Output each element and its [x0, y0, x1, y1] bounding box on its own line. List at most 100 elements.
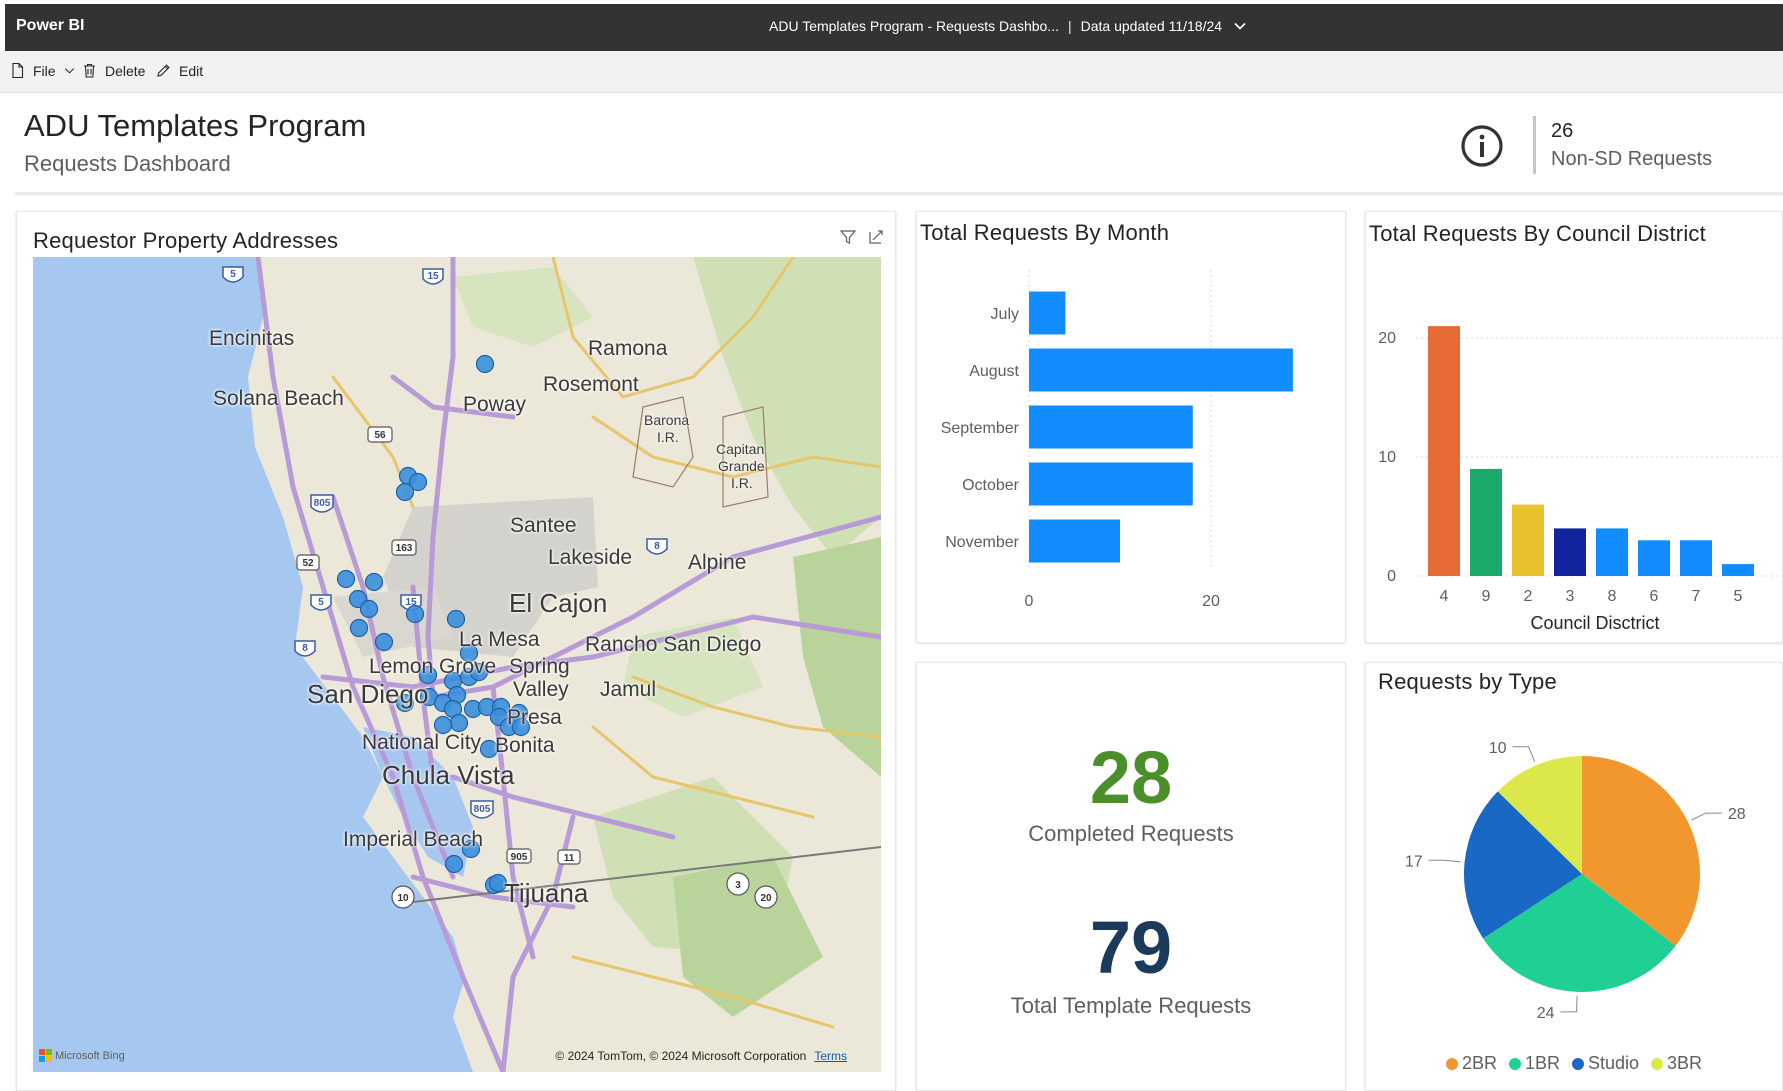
district-chart-card[interactable]: Total Requests By Council District 0 10 20…	[1365, 211, 1783, 643]
map-point[interactable]	[336, 569, 356, 589]
bar-district-9[interactable]	[1470, 468, 1502, 576]
file-label: File	[33, 62, 56, 79]
total-template-requests-label: Total Template Requests	[1010, 993, 1252, 1018]
city-label: Imperial Beach	[343, 828, 484, 851]
city-label: Jamul	[600, 678, 657, 701]
city-label: Capitan	[716, 441, 765, 457]
map-point[interactable]	[359, 599, 379, 619]
legend-item-2br[interactable]: 2BR	[1445, 1053, 1497, 1074]
svg-text:52: 52	[302, 558, 314, 569]
data-updated-label: Data updated 11/18/24	[1080, 18, 1223, 34]
map-point[interactable]	[364, 572, 384, 592]
map-credits-text: © 2024 TomTom, © 2024 Microsoft Corporat…	[555, 1049, 807, 1063]
non-sd-requests-value: 26	[1551, 120, 1574, 142]
map-point[interactable]	[444, 854, 464, 874]
file-menu-button[interactable]: File	[9, 62, 76, 79]
legend-item-3br[interactable]: 3BR	[1651, 1053, 1702, 1074]
bar-district-8[interactable]	[1596, 528, 1628, 576]
drill-icon[interactable]	[867, 228, 885, 246]
city-label: Bonita	[495, 734, 555, 757]
city-label: Tijuana	[504, 878, 589, 908]
map-point[interactable]	[395, 482, 415, 502]
x-tick-label: 6	[1650, 588, 1659, 605]
highway-shield: 8	[294, 640, 316, 657]
map-point[interactable]	[475, 354, 495, 374]
x-tick-label: 9	[1482, 588, 1491, 605]
type-pie-chart: 28 24 17 10	[1405, 740, 1746, 1022]
city-label: National City	[362, 731, 482, 754]
highway-shield: 52	[296, 554, 320, 571]
edit-label: Edit	[179, 62, 204, 79]
separator: |	[1067, 18, 1072, 34]
delete-label: Delete	[105, 62, 146, 79]
svg-text:20: 20	[760, 893, 772, 904]
bar-august[interactable]	[1029, 348, 1293, 392]
highway-shield: 8	[646, 538, 668, 555]
bar-district-6[interactable]	[1638, 540, 1670, 576]
highway-shield: 905	[506, 848, 532, 864]
bar-district-3[interactable]	[1554, 528, 1586, 576]
highway-shield: 5	[222, 266, 244, 283]
bar-november[interactable]	[1029, 519, 1120, 563]
legend-marker	[1508, 1057, 1521, 1070]
bar-district-5[interactable]	[1722, 564, 1754, 576]
legend-marker	[1651, 1057, 1664, 1070]
map-canvas[interactable]: 5 15 56 805 52 163 8 15 5 8 805 905 11 1…	[33, 257, 881, 1072]
map-title: Requestor Property Addresses	[33, 228, 339, 253]
category-label: October	[962, 477, 1020, 494]
city-label: Barona	[644, 412, 690, 428]
y-tick-label: 20	[1378, 330, 1396, 347]
svg-text:15: 15	[427, 271, 439, 282]
legend-label: 3BR	[1667, 1053, 1703, 1073]
map-point[interactable]	[446, 609, 466, 629]
data-label: 28	[1728, 806, 1746, 823]
x-tick-label: 7	[1692, 588, 1701, 605]
legend-item-1br[interactable]: 1BR	[1508, 1053, 1560, 1074]
bar-july[interactable]	[1029, 291, 1066, 335]
map-card[interactable]: Requestor Property Addresses 5 15 56 805…	[16, 211, 896, 1091]
leader-line	[1512, 746, 1536, 762]
bar-september[interactable]	[1029, 405, 1193, 449]
info-icon[interactable]	[1460, 124, 1504, 168]
x-tick-label: 2	[1524, 588, 1533, 605]
city-label: Rosemont	[543, 373, 639, 396]
bar-district-4[interactable]	[1428, 326, 1460, 576]
legend-marker	[1445, 1057, 1458, 1070]
filter-icon[interactable]	[839, 228, 857, 246]
month-chart-card[interactable]: Total Requests By Month 0 20 July August Sep…	[916, 211, 1346, 643]
report-title-bar[interactable]: ADU Templates Program - Requests Dashbo.…	[769, 18, 1247, 34]
x-tick-label: 20	[1202, 593, 1220, 610]
map-point[interactable]	[374, 632, 394, 652]
bar-district-2[interactable]	[1512, 504, 1544, 576]
edit-button[interactable]: Edit	[155, 62, 203, 79]
delete-button[interactable]: Delete	[81, 62, 145, 79]
svg-text:3: 3	[735, 880, 741, 891]
svg-text:5: 5	[230, 269, 236, 280]
category-label: November	[945, 534, 1019, 551]
map-point[interactable]	[349, 618, 369, 638]
type-chart-card[interactable]: Requests by Type 28 24 17 10 2BR 1BR Studio 3B…	[1365, 662, 1783, 1091]
legend-item-studio[interactable]: Studio	[1571, 1053, 1640, 1074]
map-point[interactable]	[449, 713, 469, 733]
city-label: Spring	[509, 655, 570, 678]
map-credits: © 2024 TomTom, © 2024 Microsoft Corporat…	[555, 1049, 847, 1063]
leader-line	[1691, 812, 1722, 821]
visual-header-tools	[839, 228, 885, 246]
city-label: Lemon Grove	[369, 655, 497, 678]
terms-link[interactable]: Terms	[814, 1049, 847, 1063]
map-point[interactable]	[405, 604, 425, 624]
chevron-down-icon[interactable]	[1233, 19, 1247, 33]
bar-october[interactable]	[1029, 462, 1193, 506]
page-subtitle: Requests Dashboard	[24, 151, 231, 176]
legend-label: Studio	[1587, 1053, 1640, 1073]
city-label: Lakeside	[548, 546, 633, 569]
legend-marker	[1571, 1057, 1584, 1070]
highway-shield: 5	[310, 594, 332, 611]
y-tick-label: 0	[1387, 568, 1396, 585]
city-label: Chula Vista	[382, 760, 515, 790]
month-bar-chart: 0 20 July August September October November	[941, 270, 1293, 610]
powerbi-app: Power BI ADU Templates Program - Request…	[0, 0, 1783, 1091]
legend-label: 2BR	[1461, 1053, 1497, 1073]
highway-shield: 805	[310, 494, 334, 513]
bar-district-7[interactable]	[1680, 540, 1712, 576]
